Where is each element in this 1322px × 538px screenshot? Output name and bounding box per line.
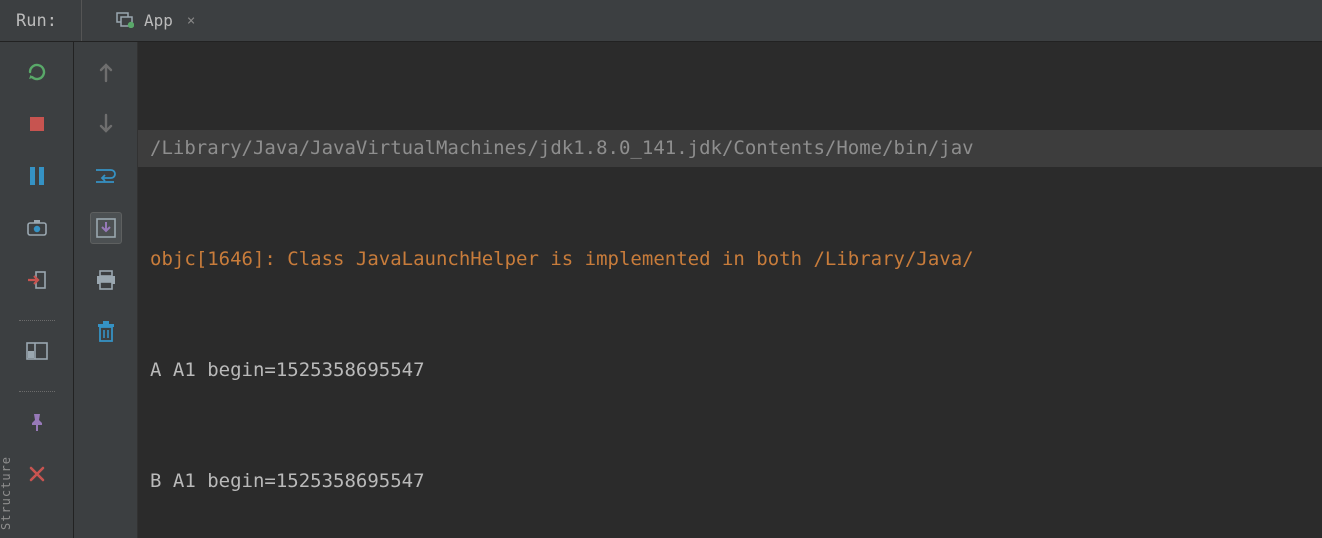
output-line: B A1 begin=1525358695547 <box>138 463 1322 500</box>
pin-button[interactable] <box>21 406 53 438</box>
separator <box>19 391 55 392</box>
run-label: Run: <box>0 0 82 41</box>
up-button[interactable] <box>90 56 122 88</box>
soft-wrap-button[interactable] <box>90 160 122 192</box>
close-button[interactable] <box>21 458 53 490</box>
pause-button[interactable] <box>21 160 53 192</box>
separator <box>19 320 55 321</box>
console-output[interactable]: /Library/Java/JavaVirtualMachines/jdk1.8… <box>138 42 1322 538</box>
tab-label: App <box>144 11 173 30</box>
layout-button[interactable] <box>21 335 53 367</box>
down-button[interactable] <box>90 108 122 140</box>
structure-tool-tab[interactable]: Structure <box>0 448 12 538</box>
exit-button[interactable] <box>21 264 53 296</box>
close-icon[interactable]: × <box>187 13 195 29</box>
dump-threads-button[interactable] <box>21 212 53 244</box>
app-icon <box>116 10 134 32</box>
rerun-button[interactable] <box>21 56 53 88</box>
warning-line: objc[1646]: Class JavaLaunchHelper is im… <box>138 241 1322 278</box>
clear-all-button[interactable] <box>90 316 122 348</box>
secondary-toolbar <box>74 42 138 538</box>
stop-button[interactable] <box>21 108 53 140</box>
run-tool-header: Run: App × <box>0 0 1322 42</box>
command-line: /Library/Java/JavaVirtualMachines/jdk1.8… <box>138 130 1322 167</box>
print-button[interactable] <box>90 264 122 296</box>
tab-app[interactable]: App × <box>116 0 195 41</box>
scroll-to-end-button[interactable] <box>90 212 122 244</box>
output-line: A A1 begin=1525358695547 <box>138 352 1322 389</box>
